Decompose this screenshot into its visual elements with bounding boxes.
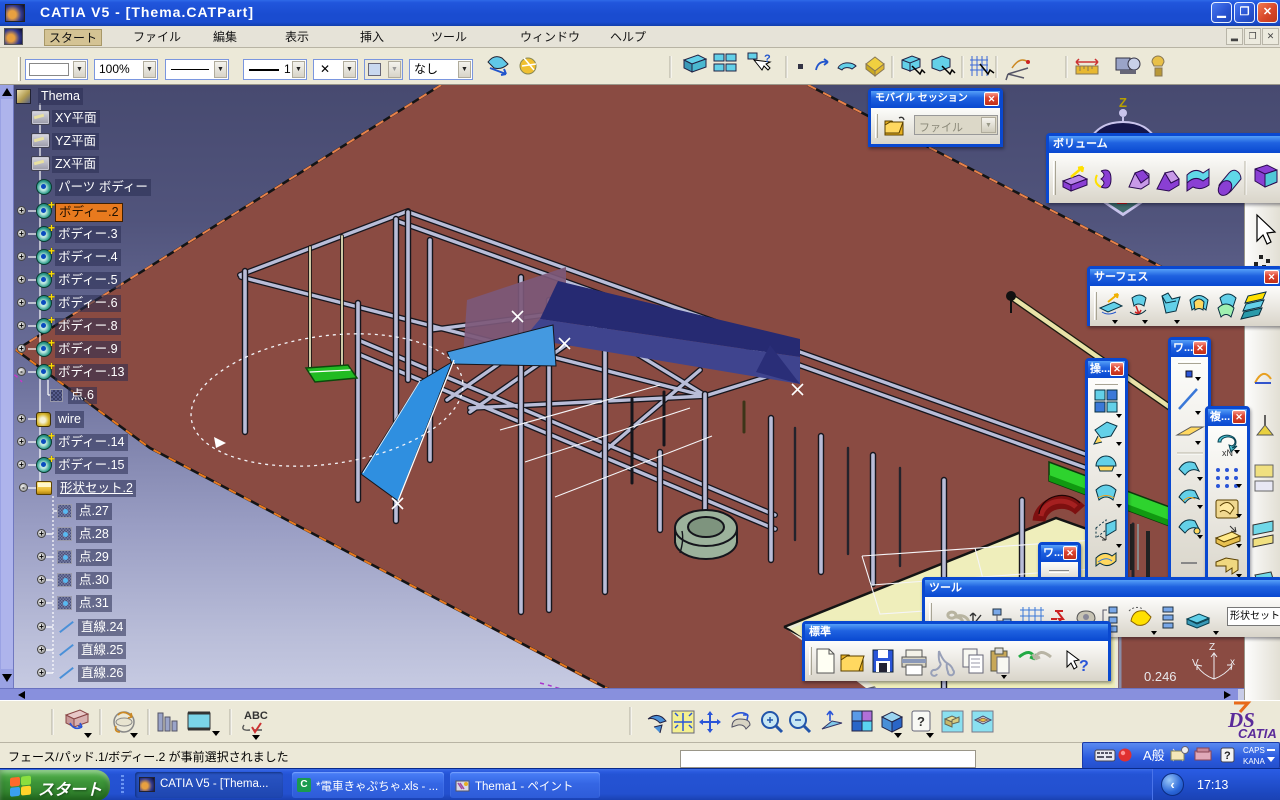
svg-text:Z: Z — [1209, 642, 1215, 653]
svg-text:A般: A般 — [1143, 748, 1165, 763]
svg-text:?: ? — [764, 53, 771, 65]
svg-text:CAPS: CAPS — [1243, 746, 1265, 755]
svg-text:?: ? — [1079, 658, 1089, 675]
svg-text:Z: Z — [1119, 95, 1127, 110]
svg-text:KANA: KANA — [1243, 757, 1265, 766]
svg-text:V: V — [1192, 658, 1199, 669]
svg-text:ABC: ABC — [244, 710, 268, 722]
svg-text:CATIA: CATIA — [1238, 726, 1277, 741]
svg-text:0.246: 0.246 — [1144, 669, 1177, 684]
svg-text:xN: xN — [1222, 448, 1233, 458]
svg-text:?: ? — [1224, 750, 1231, 762]
svg-text:?: ? — [917, 714, 925, 729]
svg-text:x: x — [1230, 657, 1235, 668]
